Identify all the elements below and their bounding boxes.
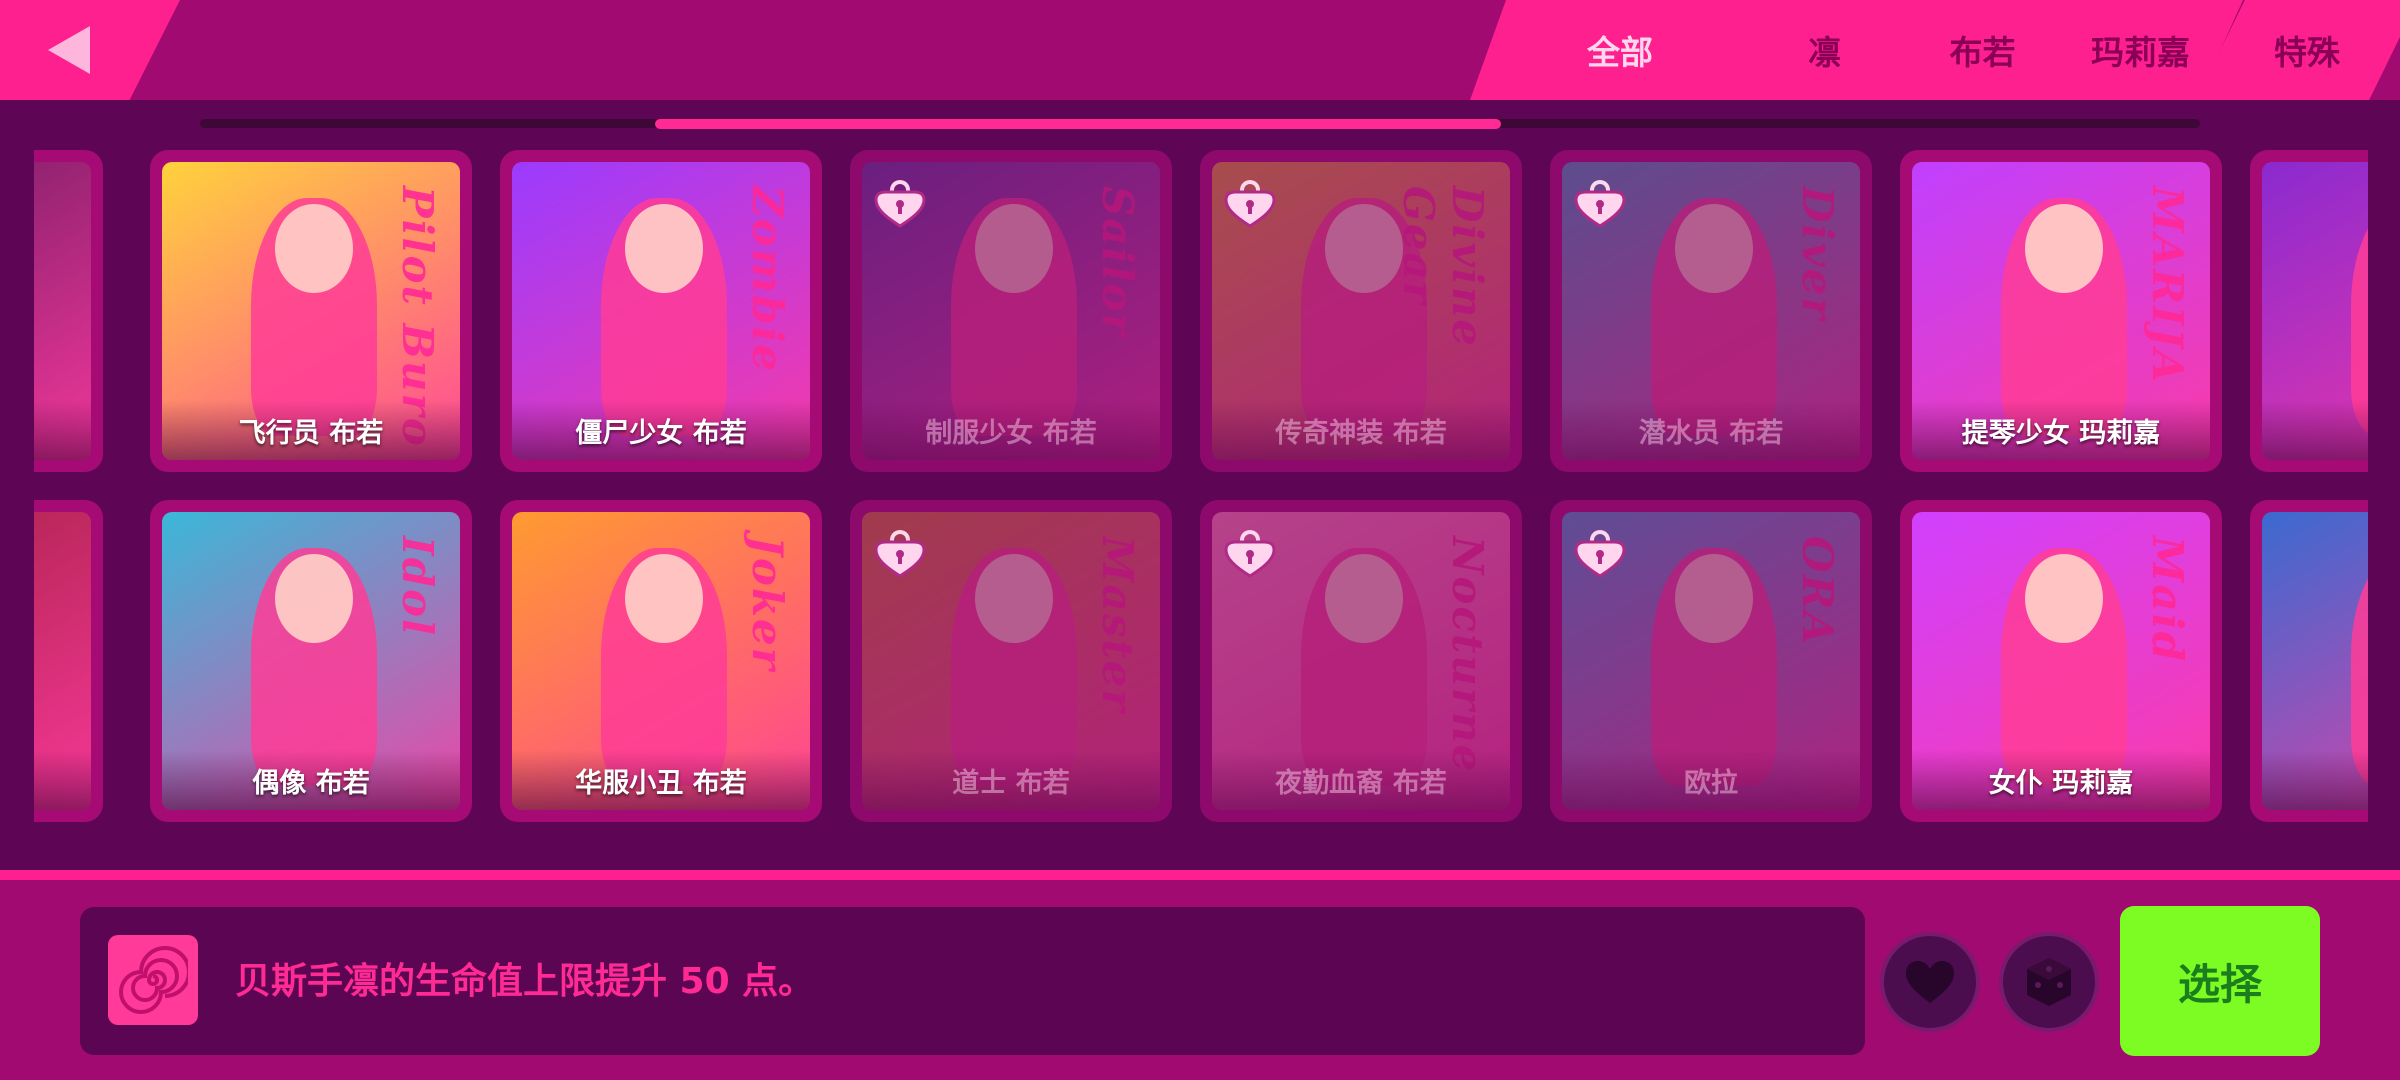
random-button[interactable] bbox=[1999, 932, 2099, 1032]
skin-card[interactable]: 魔法 bbox=[2250, 150, 2368, 472]
character-figure bbox=[2351, 547, 2368, 787]
select-button[interactable]: 选择 bbox=[2120, 906, 2320, 1056]
skill-description: 贝斯手凛的生命值上限提升 50 点。 bbox=[235, 961, 815, 1002]
character-face bbox=[2025, 553, 2103, 644]
heart-lock-icon bbox=[1224, 180, 1276, 228]
skin-card[interactable] bbox=[34, 150, 103, 472]
skin-name: 提琴少女 玛莉嘉 bbox=[1961, 418, 2161, 449]
skin-name: 僵尸少女 布若 bbox=[575, 418, 747, 449]
skin-card[interactable]: Zombie 僵尸少女 布若 bbox=[500, 150, 822, 472]
spiral-icon bbox=[108, 935, 198, 1025]
skin-name: 欧拉 bbox=[1684, 768, 1738, 799]
heart-lock-icon bbox=[1224, 530, 1276, 578]
tab-buro-label: 布若 bbox=[1949, 33, 2016, 72]
character-face bbox=[625, 553, 703, 644]
skin-title-art: Idol bbox=[393, 535, 443, 637]
top-bar: 全部 凛 布若 玛莉嘉 特殊 bbox=[0, 0, 2400, 100]
heart-lock-icon bbox=[874, 180, 926, 228]
tab-all-label: 全部 bbox=[1587, 33, 1653, 72]
heart-lock-icon bbox=[874, 530, 926, 578]
skin-card[interactable]: Master道士 布若 bbox=[850, 500, 1172, 822]
skin-name: 潜水员 布若 bbox=[1638, 418, 1784, 449]
tab-rin-label: 凛 bbox=[1808, 33, 1841, 72]
dice-icon bbox=[2027, 958, 2071, 1006]
skin-title-art: Maid bbox=[2143, 535, 2193, 663]
heart-lock-icon bbox=[1574, 530, 1626, 578]
heart-lock-icon bbox=[1574, 180, 1626, 228]
skin-name: 华服小丑 布若 bbox=[575, 768, 747, 799]
back-arrow-icon bbox=[48, 26, 90, 74]
skin-card[interactable]: Nocturne夜勤血裔 布若 bbox=[1200, 500, 1522, 822]
select-label: 选择 bbox=[2177, 959, 2262, 1009]
skin-name: 小 bbox=[2250, 761, 2368, 800]
heart-icon bbox=[1906, 961, 1954, 1003]
character-face bbox=[2025, 203, 2103, 294]
skin-title-art: MARIJA bbox=[2143, 185, 2193, 384]
skin-name: 传奇神装 布若 bbox=[1275, 418, 1447, 449]
skin-name: 制服少女 布若 bbox=[925, 418, 1097, 449]
divider bbox=[0, 870, 2400, 880]
skin-card[interactable] bbox=[34, 500, 103, 822]
character-face bbox=[625, 203, 703, 294]
character-face bbox=[275, 553, 353, 644]
skin-name: 偶像 布若 bbox=[252, 768, 370, 799]
skin-name: 魔法 bbox=[2250, 411, 2368, 450]
scroll-thumb[interactable] bbox=[655, 119, 1501, 129]
skin-art bbox=[34, 512, 91, 810]
skin-card[interactable]: ORA欧拉 bbox=[1550, 500, 1872, 822]
skin-name: 道士 布若 bbox=[952, 768, 1070, 799]
skin-name: 女仆 玛莉嘉 bbox=[1988, 768, 2134, 799]
skin-grid[interactable]: Pilot Buro 飞行员 布若 Zombie 僵尸少女 布若 Sailor制服少女 … bbox=[34, 142, 2368, 832]
skin-card[interactable]: Idol 偶像 布若 bbox=[150, 500, 472, 822]
tab-special-label: 特殊 bbox=[2274, 33, 2340, 72]
skin-title-art: Joker bbox=[743, 535, 793, 672]
skin-card[interactable]: 小 bbox=[2250, 500, 2368, 822]
skin-title-art: Zombie bbox=[743, 185, 793, 373]
back-button[interactable] bbox=[0, 0, 180, 100]
favorite-button[interactable] bbox=[1880, 932, 1980, 1032]
skin-art bbox=[34, 162, 91, 460]
skin-card[interactable]: Joker 华服小丑 布若 bbox=[500, 500, 822, 822]
tab-marija-label: 玛莉嘉 bbox=[2091, 33, 2190, 72]
skin-title-art: Pilot Buro bbox=[393, 185, 443, 448]
skin-card[interactable]: Maid 女仆 玛莉嘉 bbox=[1900, 500, 2222, 822]
skin-name: 夜勤血裔 布若 bbox=[1275, 768, 1447, 799]
skin-card[interactable]: Diver潜水员 布若 bbox=[1550, 150, 1872, 472]
skin-card[interactable]: Pilot Buro 飞行员 布若 bbox=[150, 150, 472, 472]
character-figure bbox=[2351, 197, 2368, 437]
tab-all[interactable]: 全部 bbox=[1470, 0, 1770, 100]
character-face bbox=[275, 203, 353, 294]
skin-name: 飞行员 布若 bbox=[238, 418, 384, 449]
skin-card[interactable]: MARIJA 提琴少女 玛莉嘉 bbox=[1900, 150, 2222, 472]
skill-info-box: 贝斯手凛的生命值上限提升 50 点。 bbox=[80, 907, 1865, 1055]
skin-card[interactable]: Divine Gear传奇神装 布若 bbox=[1200, 150, 1522, 472]
skin-card[interactable]: Sailor制服少女 布若 bbox=[850, 150, 1172, 472]
